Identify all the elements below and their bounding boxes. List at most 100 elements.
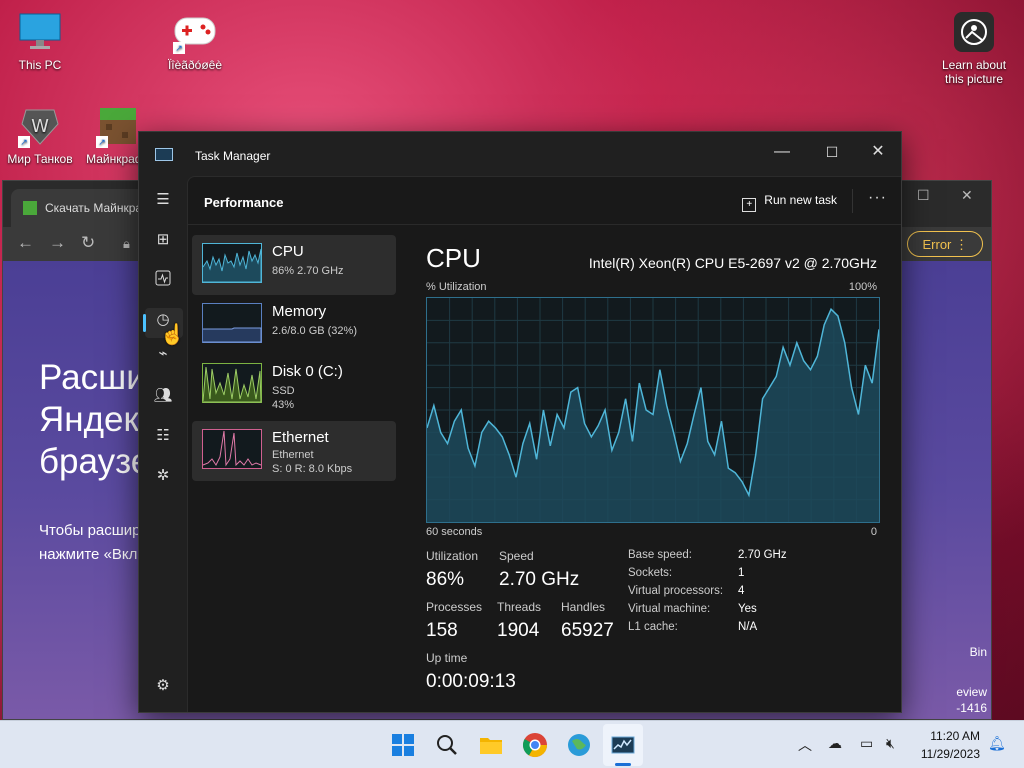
task-manager-icon[interactable]: [609, 731, 637, 759]
users-icon[interactable]: 👥︎: [153, 386, 173, 406]
device-name: Ethernet: [272, 429, 329, 446]
graph-time-label: 60 seconds: [426, 526, 483, 538]
desktop-icon-label: this picture: [944, 72, 1004, 86]
file-explorer-icon[interactable]: [477, 731, 505, 759]
error-badge[interactable]: Error ⋮: [907, 231, 983, 257]
page-header: Performance + Run new task ···: [188, 177, 901, 225]
run-task-icon: +: [742, 198, 757, 212]
desktop-icon-learn-picture[interactable]: Learn about this picture: [934, 10, 1014, 86]
hamburger-menu-icon[interactable]: ☰: [153, 190, 173, 210]
notification-bell-icon[interactable]: 🔔︎: [988, 735, 1006, 752]
close-icon[interactable]: ✕: [855, 138, 901, 166]
gamepad-icon: ↗: [173, 10, 217, 54]
clock-time[interactable]: 11:20 AM: [930, 729, 980, 743]
chrome-icon[interactable]: [521, 731, 549, 759]
volume-muted-icon[interactable]: 🔇︎: [886, 735, 895, 752]
processes-value: 158: [426, 620, 458, 641]
minimize-icon[interactable]: —: [759, 138, 805, 166]
minecraft-favicon-icon: [23, 201, 37, 215]
hand-cursor-icon: ☝: [160, 324, 185, 346]
device-name: CPU: [272, 243, 304, 260]
rail-selection-indicator: [143, 314, 146, 332]
taskbar-active-indicator: [615, 763, 631, 766]
handles-value: 65927: [561, 620, 614, 641]
display-icon[interactable]: ▭: [860, 735, 873, 752]
details-list-icon[interactable]: ☷: [153, 426, 173, 446]
processes-grid-icon[interactable]: ⊞: [153, 230, 173, 250]
processes-label: Processes: [426, 600, 483, 614]
task-manager-app-icon: [155, 148, 173, 161]
windows-start-icon[interactable]: [389, 731, 417, 759]
promo-title-line: Яндекс: [39, 400, 139, 439]
lock-icon: 🔒︎: [123, 236, 130, 251]
disk-thumbnail-graph: [202, 363, 262, 403]
spec-value: Yes: [738, 603, 757, 615]
promo-title-line: Расширения в: [39, 358, 139, 397]
settings-gear-icon[interactable]: ⚙: [153, 676, 173, 696]
browser-tab[interactable]: Скачать Майнкрафт: [11, 189, 151, 227]
promo-title: Расширения в Яндекс браузере: [39, 357, 139, 483]
minecraft-icon: ↗: [96, 104, 140, 148]
svg-text:W: W: [31, 116, 49, 137]
error-label: Error: [922, 237, 952, 252]
header-divider: [852, 189, 853, 213]
tank-game-icon: W ↗: [18, 104, 62, 148]
run-new-task-button[interactable]: + Run new task: [742, 193, 837, 212]
utilization-axis-label: % Utilization: [426, 281, 487, 293]
spec-key: Virtual machine:: [628, 603, 711, 615]
spec-key: L1 cache:: [628, 621, 678, 633]
globe-app-icon[interactable]: [565, 731, 593, 759]
desktop-icon-games[interactable]: ↗ Ïîèãðóøêè: [155, 10, 235, 72]
page-snippet: eview: [956, 685, 987, 699]
maximize-icon[interactable]: ☐: [809, 138, 855, 166]
maximize-icon[interactable]: ☐: [917, 187, 930, 204]
browser-tab-title: Скачать Майнкрафт: [45, 201, 151, 215]
startup-apps-icon[interactable]: ⌁: [153, 344, 173, 364]
spec-key: Sockets:: [628, 567, 673, 579]
spec-value: 1: [738, 567, 745, 579]
camera-learn-icon: [952, 10, 996, 54]
nav-rail: ☰ ⊞ ◷ ⌁ 👥︎ ☷ ✲ ⚙: [139, 176, 187, 712]
network-disconnected-icon[interactable]: ☁: [828, 735, 842, 752]
desktop-icon-this-pc[interactable]: This PC: [0, 10, 80, 72]
performance-chart-icon[interactable]: [153, 270, 173, 290]
device-detail: S: 0 R: 8.0 Kbps: [272, 463, 353, 475]
task-manager-window[interactable]: Task Manager — ☐ ✕ ☰ ⊞ ◷ ⌁ 👥︎ ☷ ✲ ⚙ Perf…: [138, 131, 902, 713]
run-new-task-label: Run new task: [764, 193, 837, 207]
graph-min-label: 0: [870, 526, 877, 538]
device-name: Memory: [272, 303, 327, 320]
device-detail: 2.6/8.0 GB (32%): [272, 325, 357, 337]
monitor-icon: [18, 10, 62, 54]
promo-text-line: нажмите «Включить»: [39, 546, 139, 563]
reload-icon[interactable]: ↻: [81, 233, 95, 253]
speed-value: 2.70 GHz: [499, 569, 580, 590]
forward-arrow-icon[interactable]: →: [49, 233, 66, 253]
device-item-disk[interactable]: Disk 0 (C:) SSD 43%: [192, 355, 396, 415]
device-detail: 43%: [272, 399, 295, 411]
device-item-memory[interactable]: Memory 2.6/8.0 GB (32%): [192, 295, 396, 355]
page-snippet: Bin: [969, 645, 987, 659]
search-icon[interactable]: [433, 731, 461, 759]
back-arrow-icon[interactable]: ←: [17, 233, 34, 253]
utilization-label: Utilization: [426, 549, 479, 563]
spec-value: 4: [738, 585, 745, 597]
performance-page: Performance + Run new task ··· CPU 86% 2.…: [187, 176, 901, 712]
close-icon[interactable]: ✕: [961, 187, 973, 204]
device-item-cpu[interactable]: CPU 86% 2.70 GHz: [192, 235, 396, 295]
more-options-button[interactable]: ···: [868, 189, 887, 207]
clock-date[interactable]: 11/29/2023: [921, 747, 980, 761]
cpu-heading: CPU: [426, 243, 481, 273]
page-snippet: -1416: [956, 701, 987, 715]
chevron-up-icon[interactable]: ︿: [798, 735, 812, 755]
graph-max-label: 100%: [848, 281, 877, 293]
desktop-icon-tanks[interactable]: W ↗ Мир Танков: [0, 104, 80, 166]
uptime-value: 0:00:09:13: [426, 671, 516, 692]
title-bar[interactable]: Task Manager — ☐ ✕: [139, 132, 901, 176]
device-item-ethernet[interactable]: Ethernet Ethernet S: 0 R: 8.0 Kbps: [192, 421, 396, 481]
promo-text-line: Чтобы расширить возможности: [39, 522, 139, 539]
utilization-value: 86%: [426, 569, 465, 590]
spec-key: Virtual processors:: [628, 585, 724, 597]
promo-text: Чтобы расширить возможности нажмите «Вкл…: [39, 519, 139, 567]
services-puzzle-icon[interactable]: ✲: [153, 466, 173, 486]
desktop-icon-label: This PC: [18, 58, 62, 72]
